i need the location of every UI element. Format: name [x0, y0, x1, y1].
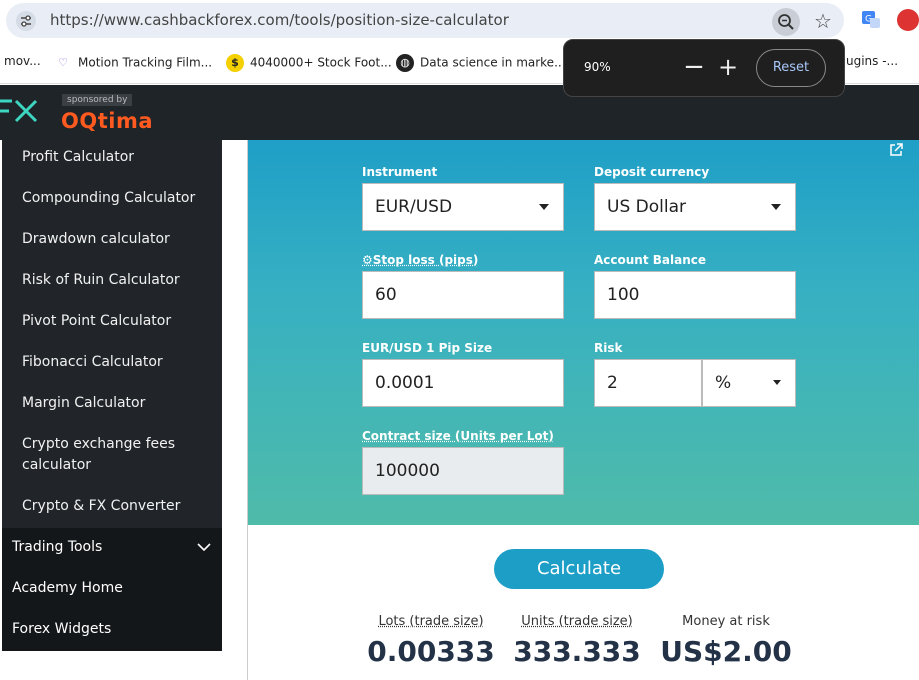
zoom-icon[interactable] — [772, 8, 800, 36]
sidebar-item-crypto-fx-converter[interactable]: Crypto & FX Converter — [22, 496, 212, 517]
risk-label: Risk — [594, 341, 623, 355]
money-at-risk-label: Money at risk — [682, 614, 770, 629]
bookmark-item[interactable]: ♡ Motion Tracking Film... — [54, 54, 212, 72]
browser-toolbar: https://www.cashbackforex.com/tools/posi… — [0, 0, 919, 42]
globe-icon: ◍ — [396, 54, 414, 72]
deposit-currency-select[interactable]: US Dollar — [594, 183, 796, 231]
motion-tracking-icon: ♡ — [58, 56, 68, 69]
calculator-panel — [248, 140, 919, 525]
sidebar: Profit Calculator Compounding Calculator… — [2, 140, 222, 651]
sidebar-item-forex-widgets[interactable]: Forex Widgets — [12, 621, 111, 637]
bookmark-item[interactable]: mov... — [4, 54, 41, 68]
external-link-icon[interactable] — [888, 142, 904, 158]
stop-loss-label[interactable]: ⚙Stop loss (pips) — [362, 253, 478, 267]
units-result-value: 333.333 — [513, 635, 641, 668]
sidebar-item-crypto-exchange-fees[interactable]: Crypto exchange fees calculator — [22, 434, 182, 476]
contract-size-input: 100000 — [362, 447, 564, 495]
sidebar-item-margin-calculator[interactable]: Margin Calculator — [22, 393, 212, 414]
url-text[interactable]: https://www.cashbackforex.com/tools/posi… — [50, 11, 509, 29]
sidebar-item-risk-of-ruin-calculator[interactable]: Risk of Ruin Calculator — [22, 270, 212, 291]
dropdown-caret-icon — [539, 204, 549, 210]
money-at-risk-value: US$2.00 — [660, 635, 792, 668]
sponsored-label: sponsored by — [62, 94, 133, 106]
zoom-in-button[interactable]: + — [716, 52, 740, 84]
site-logo[interactable] — [0, 97, 40, 125]
bookmark-item[interactable]: $4040000+ Stock Foot... — [226, 54, 392, 72]
dropdown-caret-icon — [773, 380, 781, 385]
sidebar-lower-section: Trading Tools Academy Home Forex Widgets — [2, 528, 222, 651]
account-balance-label: Account Balance — [594, 253, 707, 267]
deposit-currency-label: Deposit currency — [594, 165, 710, 179]
address-bar[interactable]: https://www.cashbackforex.com/tools/posi… — [6, 3, 844, 38]
dollar-icon: $ — [226, 54, 244, 72]
bookmark-item[interactable]: ◍ Data science in marke... — [396, 54, 566, 72]
bookmark-item[interactable]: ugins -... — [846, 54, 898, 68]
instrument-select[interactable]: EUR/USD — [362, 183, 564, 231]
bookmark-star-icon[interactable]: ☆ — [812, 10, 834, 32]
lots-result-label[interactable]: Lots (trade size) — [361, 614, 501, 629]
sidebar-item-compounding-calculator[interactable]: Compounding Calculator — [22, 188, 212, 209]
dropdown-caret-icon — [771, 204, 781, 210]
risk-input[interactable]: 2 — [594, 359, 702, 407]
sidebar-item-trading-tools[interactable]: Trading Tools — [12, 539, 102, 555]
translate-extension-icon[interactable]: G — [860, 9, 882, 31]
chevron-down-icon[interactable] — [197, 542, 211, 552]
sidebar-item-drawdown-calculator[interactable]: Drawdown calculator — [22, 229, 212, 250]
units-result-label[interactable]: Units (trade size) — [507, 614, 647, 629]
zoom-level: 90% — [584, 60, 611, 74]
pip-size-label: EUR/USD 1 Pip Size — [362, 341, 493, 355]
instrument-label: Instrument — [362, 165, 438, 179]
sidebar-item-fibonacci-calculator[interactable]: Fibonacci Calculator — [22, 352, 212, 373]
account-balance-input[interactable]: 100 — [594, 271, 796, 319]
pip-size-input[interactable]: 0.0001 — [362, 359, 564, 407]
extension-icon[interactable] — [897, 9, 919, 31]
stop-loss-input[interactable]: 60 — [362, 271, 564, 319]
sidebar-item-academy-home[interactable]: Academy Home — [12, 580, 123, 596]
lots-result-value: 0.00333 — [367, 635, 495, 668]
contract-size-label[interactable]: Contract size (Units per Lot) — [362, 429, 554, 443]
zoom-reset-button[interactable]: Reset — [756, 49, 826, 87]
sidebar-item-pivot-point-calculator[interactable]: Pivot Point Calculator — [22, 311, 212, 332]
zoom-out-button[interactable]: − — [682, 52, 706, 84]
sponsor-logo[interactable]: OQtima — [61, 109, 153, 133]
sidebar-item-profit-calculator[interactable]: Profit Calculator — [22, 147, 212, 168]
calculate-button[interactable]: Calculate — [494, 549, 664, 589]
zoom-popup: 90% − + Reset — [563, 39, 845, 97]
risk-unit-select[interactable]: % — [702, 359, 796, 407]
site-settings-icon[interactable] — [16, 11, 36, 31]
